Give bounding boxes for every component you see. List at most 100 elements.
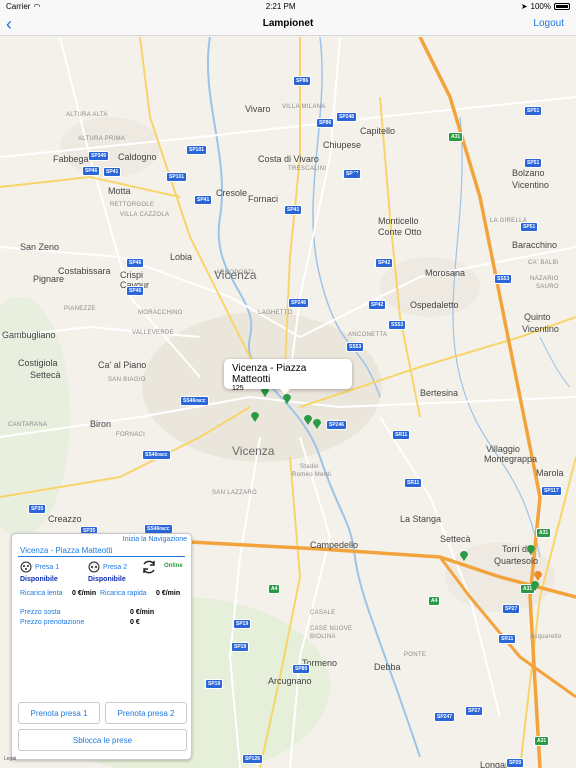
- plug-2-label: Presa 2: [103, 563, 128, 571]
- station-pin-icon[interactable]: [251, 412, 259, 422]
- online-status: Online: [164, 563, 183, 569]
- map-place-label: CASALE: [310, 610, 336, 616]
- station-pin-icon[interactable]: [527, 545, 535, 555]
- road-shield: SS53: [494, 274, 513, 284]
- road-shield: SP35: [28, 504, 47, 514]
- map-place-label: Creazzo: [48, 514, 82, 524]
- road-shield: SP42: [368, 300, 387, 310]
- callout-title: Vicenza - Piazza Matteotti: [232, 363, 307, 385]
- plug-2: Presa 2: [88, 561, 127, 573]
- parking-price-label: Prezzo sosta: [20, 609, 61, 616]
- road-shield: SP51: [524, 158, 543, 168]
- map-place-label: Debba: [374, 662, 401, 672]
- title-divider: [18, 556, 185, 557]
- station-detail-panel: Inizia la Navigazione Vicenza - Piazza M…: [11, 533, 192, 760]
- road-shield: SP86: [293, 76, 312, 86]
- map-place-label: PONTE: [404, 652, 427, 658]
- road-shield: SP246: [326, 420, 348, 430]
- map-place-label: San Zeno: [20, 242, 60, 252]
- road-shield: SP101: [186, 145, 208, 155]
- map-place-label: Marola: [536, 468, 564, 478]
- map-place-label: Chiupese: [323, 140, 362, 150]
- map-place-label: Caldogno: [118, 152, 157, 162]
- map-place-label: Quartesolo: [494, 556, 539, 566]
- status-bar: Carrier ◠ 2:21 PM ➤ 100%: [0, 0, 576, 12]
- fast-charge-value: 0 €/min: [156, 590, 181, 597]
- road-shield: A31: [448, 132, 464, 142]
- station-pin-icon[interactable]: [531, 581, 539, 591]
- map-place-label: SAURO: [536, 284, 559, 290]
- road-shield: A31: [534, 736, 550, 746]
- map-place-label: NAZARIO: [530, 276, 559, 282]
- station-pin-icon[interactable]: [313, 419, 321, 429]
- road-shield: SP41: [284, 205, 303, 215]
- legal-link[interactable]: Legal: [4, 756, 16, 762]
- type2-plug-icon: [20, 561, 32, 573]
- plug-1-label: Presa 1: [35, 563, 60, 571]
- road-shield: SP27: [465, 706, 484, 716]
- road-shield: SS53: [388, 320, 407, 330]
- refresh-icon[interactable]: [140, 558, 158, 576]
- station-pin-icon[interactable]: [304, 415, 312, 425]
- road-shield: SP20: [506, 758, 525, 768]
- road-shield: SP19: [231, 642, 250, 652]
- road-shield: SP46: [126, 286, 145, 296]
- station-callout[interactable]: Vicenza - Piazza Matteotti 125: [224, 359, 352, 394]
- map-place-label: Settecà: [30, 370, 61, 380]
- road-shield: SP42: [375, 258, 394, 268]
- battery-icon: [554, 2, 570, 10]
- road-shield: SP19: [233, 619, 252, 629]
- map-place-label: VALLEVERDE: [132, 330, 174, 336]
- road-shield: SP27: [502, 604, 521, 614]
- booking-price-value: 0 €: [130, 619, 140, 626]
- map-place-label: Stadio: [300, 464, 319, 470]
- start-navigation-link[interactable]: Inizia la Navigazione: [123, 536, 187, 543]
- page-title: Lampionet: [262, 18, 314, 29]
- map-place-label: ANCONETTA: [348, 332, 388, 338]
- map-place-label: Torri di: [502, 544, 530, 554]
- road-shield: A31: [536, 528, 552, 538]
- map-place-label: Bolzano: [512, 168, 545, 178]
- shop-pin-icon[interactable]: [534, 571, 542, 581]
- map-place-label: Lobia: [170, 252, 193, 262]
- station-pin-icon[interactable]: [283, 394, 291, 404]
- map-place-label: MORACCHINO: [138, 310, 183, 316]
- map-place-label: Biron: [90, 419, 112, 429]
- map-place-label: CASE NUOVE: [310, 626, 353, 632]
- back-chevron-icon[interactable]: ‹: [6, 14, 12, 34]
- map-place-label: Gambugliano: [2, 330, 56, 340]
- unlock-plugs-button[interactable]: Sblocca le prese: [18, 729, 187, 751]
- road-shield: SR11: [404, 478, 423, 488]
- status-left: Carrier ◠: [6, 2, 40, 11]
- road-shield: A4: [268, 584, 281, 594]
- map-place-label: Costabissara: [58, 266, 111, 276]
- map-place-label: Conte Otto: [378, 227, 422, 237]
- map-place-label: Montegrappa: [484, 454, 538, 464]
- map-place-label: Morosana: [425, 268, 466, 278]
- map-place-label: Quinto: [524, 312, 551, 322]
- station-pin-icon[interactable]: [460, 551, 468, 561]
- map-place-label: VILLA CAZZOLA: [120, 212, 170, 218]
- map-place-label: CA' BALBI: [528, 260, 559, 266]
- fast-charge-label: Ricarica rapida: [100, 590, 147, 597]
- book-plug-1-button[interactable]: Prenota presa 1: [18, 702, 100, 724]
- map-place-label: Costa di Vivaro: [258, 154, 319, 164]
- poi-pin-icon[interactable]: [351, 171, 359, 181]
- road-shield: SP126: [242, 754, 264, 764]
- map-place-label: CANTARANA: [8, 422, 48, 428]
- book-plug-2-button[interactable]: Prenota presa 2: [105, 702, 187, 724]
- road-shield: SP46: [82, 166, 101, 176]
- road-shield: SR11: [498, 634, 517, 644]
- map-place-label: La Stanga: [400, 514, 442, 524]
- map-place-label: Ca' al Piano: [98, 360, 147, 370]
- road-shield: SP248: [336, 112, 358, 122]
- logout-button[interactable]: Logout: [533, 18, 564, 29]
- plug-1-status: Disponibile: [20, 576, 58, 583]
- road-shield: A4: [428, 596, 441, 606]
- map-place-label: Capitello: [360, 126, 396, 136]
- map-place-label: Crispi: [120, 270, 144, 280]
- map-place-label: Villaggio: [486, 444, 520, 454]
- map-place-label: Vicenza: [214, 268, 257, 282]
- map-place-label: BIOLINA: [310, 634, 336, 640]
- slow-charge-label: Ricarica lenta: [20, 590, 63, 597]
